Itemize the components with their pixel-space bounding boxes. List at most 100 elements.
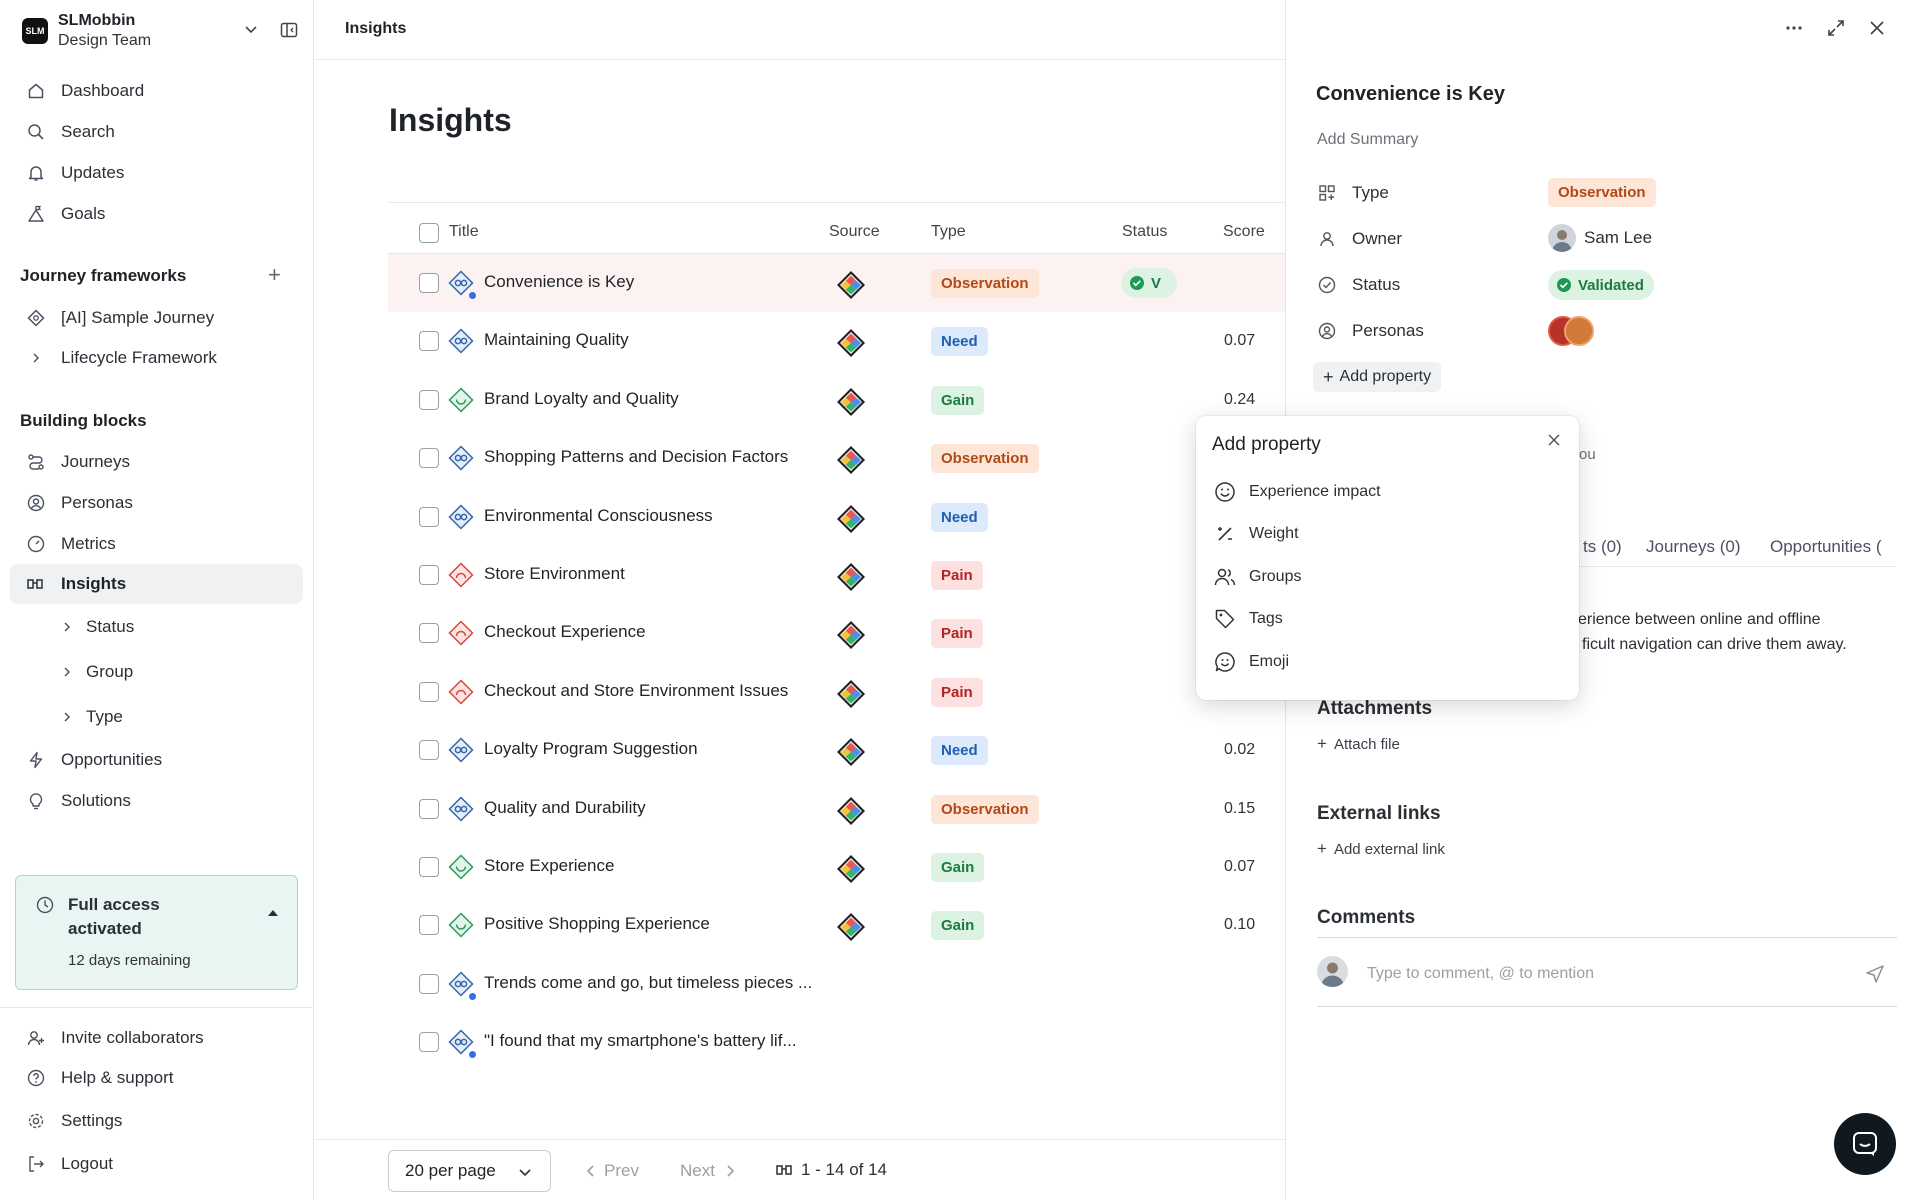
insights-sub-group[interactable]: Group	[62, 654, 133, 690]
column-type[interactable]: Type	[931, 223, 966, 241]
insights-sub-status[interactable]: Status	[62, 609, 134, 645]
next-button[interactable]: Next	[680, 1161, 735, 1181]
per-page-select[interactable]: 20 per page	[388, 1150, 551, 1192]
table-row[interactable]: Store Experience Gain 0.07	[388, 838, 1285, 896]
row-checkbox[interactable]	[419, 331, 439, 352]
column-source[interactable]: Source	[829, 223, 880, 241]
nav-settings[interactable]: Settings	[10, 1101, 303, 1141]
type-badge[interactable]: Observation	[931, 444, 1039, 474]
status-pill[interactable]: V	[1121, 268, 1177, 298]
row-checkbox[interactable]	[419, 565, 439, 585]
table-row[interactable]: Checkout and Store Environment Issues Pai…	[388, 663, 1285, 721]
row-checkbox[interactable]	[419, 448, 439, 469]
row-title[interactable]: Checkout Experience	[484, 622, 840, 642]
row-title[interactable]: Quality and Durability	[484, 798, 840, 818]
row-checkbox[interactable]	[419, 973, 439, 994]
table-row[interactable]: Positive Shopping Experience Gain 0.10	[388, 896, 1285, 954]
expand-icon[interactable]	[1826, 18, 1846, 38]
nav-logout[interactable]: Logout	[10, 1144, 303, 1184]
type-badge[interactable]: Observation	[931, 269, 1039, 298]
table-row[interactable]: Shopping Patterns and Decision Factors Ob…	[388, 429, 1285, 487]
nav-goals[interactable]: Goals	[10, 194, 303, 234]
send-icon[interactable]	[1865, 964, 1885, 984]
row-checkbox[interactable]	[419, 740, 439, 761]
row-checkbox[interactable]	[419, 623, 439, 644]
close-icon[interactable]	[1547, 433, 1561, 447]
row-title[interactable]: Store Environment	[484, 564, 840, 584]
nav-search[interactable]: Search	[10, 112, 303, 152]
nav-invite-collaborators[interactable]: Invite collaborators	[10, 1018, 303, 1058]
nav-help-support[interactable]: Help & support	[10, 1058, 303, 1098]
row-title[interactable]: Shopping Patterns and Decision Factors	[484, 447, 840, 467]
row-checkbox[interactable]	[419, 389, 439, 410]
row-title[interactable]: Environmental Consciousness	[484, 506, 840, 526]
type-badge[interactable]: Pain	[931, 619, 983, 649]
option-weight[interactable]: Weight	[1214, 519, 1299, 549]
table-row[interactable]: Quality and Durability Observation 0.15	[388, 780, 1285, 838]
type-badge[interactable]: Pain	[931, 677, 983, 707]
row-title[interactable]: Convenience is Key	[484, 272, 840, 292]
type-badge[interactable]: Observation	[1548, 178, 1656, 207]
attach-file-button[interactable]: + Attach file	[1317, 734, 1400, 754]
add-framework-icon[interactable]: +	[268, 262, 281, 288]
trial-banner[interactable]: Full access activated 12 days remaining	[15, 875, 298, 990]
add-property-button[interactable]: + Add property	[1313, 362, 1442, 392]
row-checkbox[interactable]	[419, 1032, 439, 1053]
table-row[interactable]: Brand Loyalty and Quality Gain 0.24	[388, 371, 1285, 429]
nav-insights[interactable]: Insights	[10, 564, 303, 604]
type-badge[interactable]: Gain	[931, 385, 985, 415]
close-icon[interactable]	[1867, 18, 1887, 38]
tab-opportunities[interactable]: Opportunities (	[1770, 537, 1920, 557]
persona-avatars[interactable]	[1548, 316, 1594, 346]
nav-personas[interactable]: Personas	[10, 483, 303, 523]
table-row[interactable]: Maintaining Quality Need 0.07	[388, 312, 1285, 370]
workspace-switcher[interactable]: SLM SLMobbin Design Team	[22, 12, 300, 52]
row-title[interactable]: Maintaining Quality	[484, 330, 840, 350]
nav-updates[interactable]: Updates	[10, 153, 303, 193]
type-badge[interactable]: Need	[931, 736, 988, 766]
column-status[interactable]: Status	[1122, 223, 1167, 241]
nav-metrics[interactable]: Metrics	[10, 524, 303, 564]
nav-dashboard[interactable]: Dashboard	[10, 71, 303, 111]
status-badge[interactable]: Validated	[1548, 270, 1654, 300]
row-title[interactable]: "I found that my smartphone's battery li…	[484, 1031, 840, 1051]
type-badge[interactable]: Need	[931, 502, 988, 532]
nav-lifecycle-framework[interactable]: Lifecycle Framework	[10, 338, 303, 378]
chevron-right-icon[interactable]	[26, 348, 46, 368]
table-row[interactable]: Trends come and go, but timeless pieces …	[388, 955, 1285, 1013]
comment-box[interactable]: Type to comment, @ to mention	[1317, 937, 1897, 1007]
nav-opportunities[interactable]: Opportunities	[10, 740, 303, 780]
tab-insights[interactable]: ts (0)	[1583, 537, 1622, 557]
table-row[interactable]: Convenience is Key Observation V	[388, 254, 1285, 312]
row-title[interactable]: Loyalty Program Suggestion	[484, 739, 840, 759]
row-checkbox[interactable]	[419, 798, 439, 819]
collapse-sidebar-icon[interactable]	[280, 21, 298, 39]
comment-input[interactable]: Type to comment, @ to mention	[1367, 965, 1594, 983]
prev-button[interactable]: Prev	[586, 1161, 639, 1181]
table-row[interactable]: Loyalty Program Suggestion Need 0.02	[388, 721, 1285, 779]
select-all-checkbox[interactable]	[419, 223, 439, 243]
table-row[interactable]: Store Environment Pain	[388, 546, 1285, 604]
insights-sub-type[interactable]: Type	[62, 699, 123, 735]
type-badge[interactable]: Observation	[931, 794, 1039, 824]
nav-solutions[interactable]: Solutions	[10, 781, 303, 821]
summary-input[interactable]: Add Summary	[1317, 131, 1418, 149]
option-tags[interactable]: Tags	[1214, 604, 1283, 634]
insight-title[interactable]: Convenience is Key	[1316, 83, 1505, 106]
type-badge[interactable]: Gain	[931, 911, 985, 941]
option-groups[interactable]: Groups	[1214, 562, 1301, 592]
caret-up-icon[interactable]	[267, 909, 279, 917]
column-title[interactable]: Title	[449, 223, 479, 241]
row-title[interactable]: Store Experience	[484, 856, 840, 876]
row-title[interactable]: Positive Shopping Experience	[484, 914, 840, 934]
row-checkbox[interactable]	[419, 857, 439, 877]
add-external-link-button[interactable]: + Add external link	[1317, 839, 1445, 859]
chevron-down-icon[interactable]	[244, 22, 258, 36]
table-row[interactable]: "I found that my smartphone's battery li…	[388, 1013, 1285, 1071]
table-row[interactable]: Environmental Consciousness Need	[388, 488, 1285, 546]
row-title[interactable]: Trends come and go, but timeless pieces …	[484, 973, 840, 993]
chat-support-button[interactable]	[1834, 1113, 1896, 1175]
more-options-icon[interactable]	[1784, 18, 1804, 38]
nav-journeys[interactable]: Journeys	[10, 442, 303, 482]
type-badge[interactable]: Need	[931, 327, 988, 357]
